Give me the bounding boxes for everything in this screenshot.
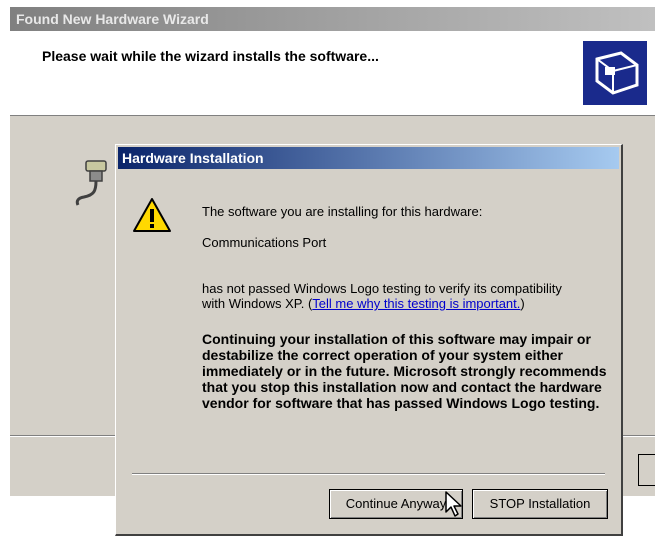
hardware-wizard-icon xyxy=(583,41,647,105)
wizard-header: Please wait while the wizard installs th… xyxy=(10,31,655,116)
logo-testing-text: has not passed Windows Logo testing to v… xyxy=(202,281,602,311)
warning-icon xyxy=(133,198,171,232)
warning-message: Continuing your installation of this sof… xyxy=(202,331,607,411)
logo-testing-line1: has not passed Windows Logo testing to v… xyxy=(202,281,562,296)
continue-anyway-button[interactable]: Continue Anyway xyxy=(329,489,463,519)
tell-me-why-link[interactable]: Tell me why this testing is important. xyxy=(312,296,520,311)
communications-port-icon xyxy=(75,160,107,206)
wizard-titlebar[interactable]: Found New Hardware Wizard xyxy=(10,7,655,31)
logo-testing-paren: ) xyxy=(520,296,525,311)
dialog-separator xyxy=(132,473,605,475)
wizard-title: Found New Hardware Wizard xyxy=(16,11,209,27)
stop-installation-button[interactable]: STOP Installation xyxy=(472,489,608,519)
logo-testing-line2: with Windows XP. ( xyxy=(202,296,313,311)
wizard-button-partial[interactable] xyxy=(638,454,655,486)
wizard-header-text: Please wait while the wizard installs th… xyxy=(42,48,379,64)
mouse-cursor-icon xyxy=(445,491,462,517)
software-intro-text: The software you are installing for this… xyxy=(202,204,483,219)
dialog-title: Hardware Installation xyxy=(122,150,264,166)
device-name: Communications Port xyxy=(202,235,327,250)
hardware-installation-dialog: Hardware Installation The software you a… xyxy=(115,144,623,536)
dialog-titlebar[interactable]: Hardware Installation xyxy=(118,147,619,169)
